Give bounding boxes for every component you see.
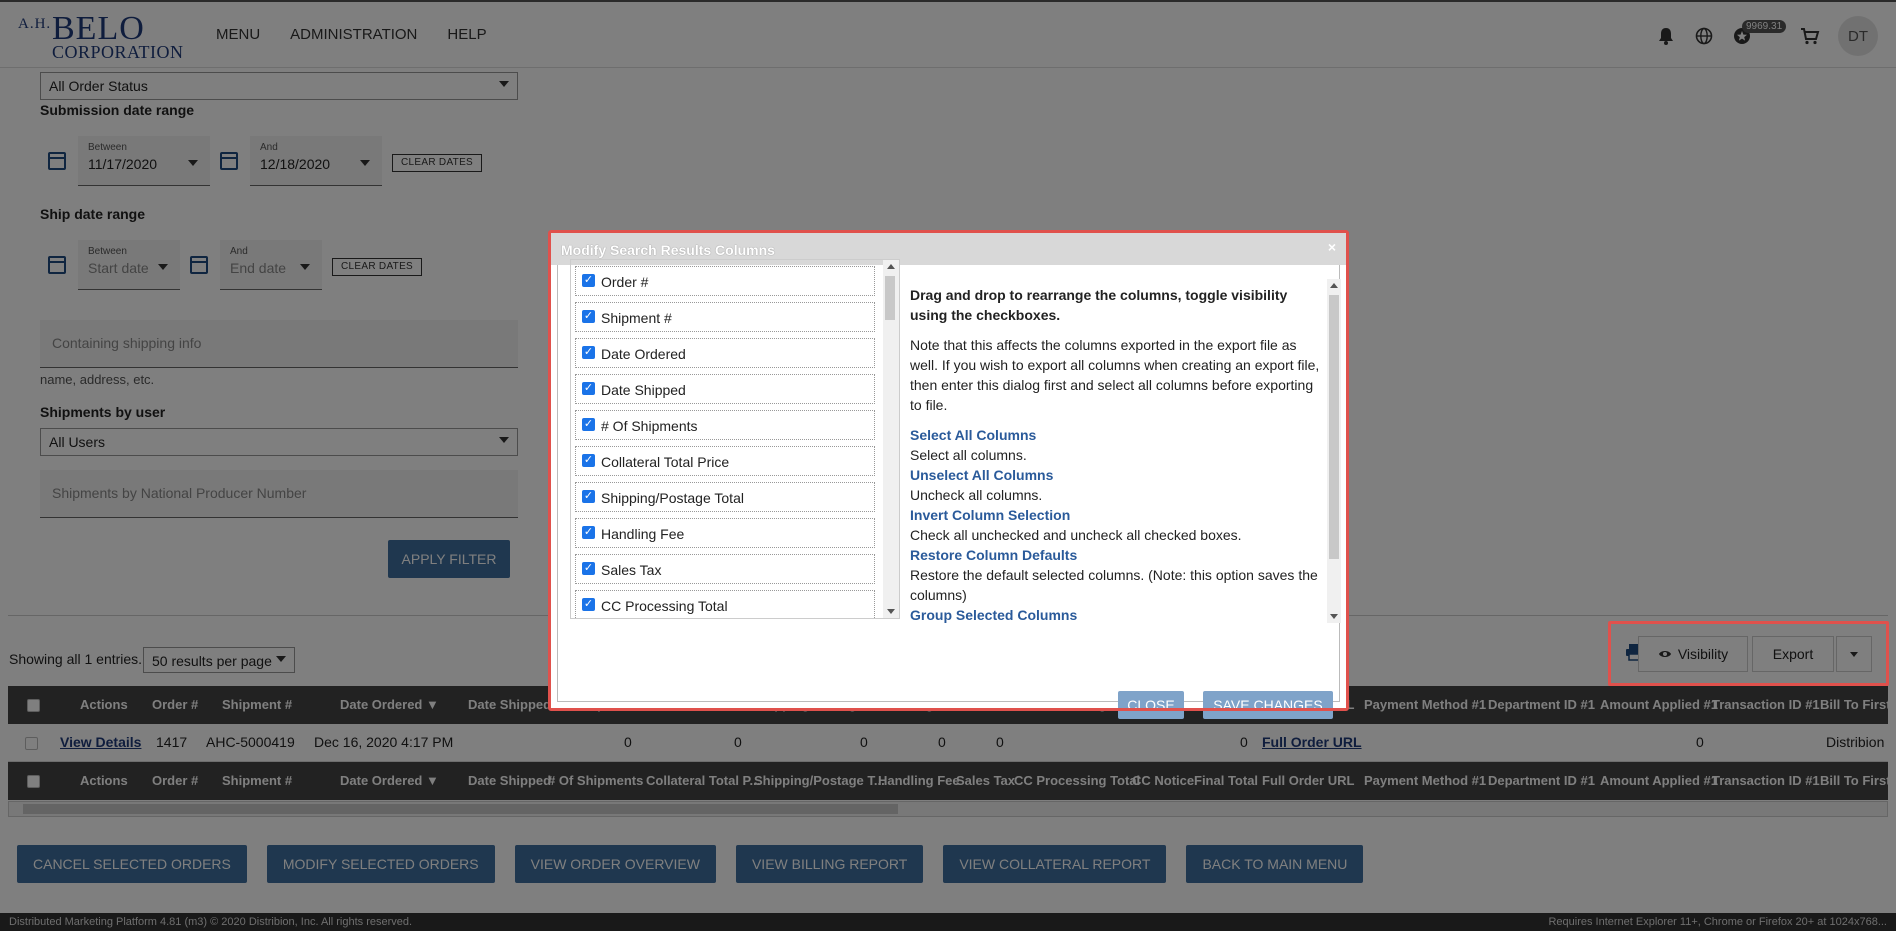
dialog-highlight bbox=[548, 230, 1349, 711]
toolbar-highlight bbox=[1608, 621, 1889, 686]
